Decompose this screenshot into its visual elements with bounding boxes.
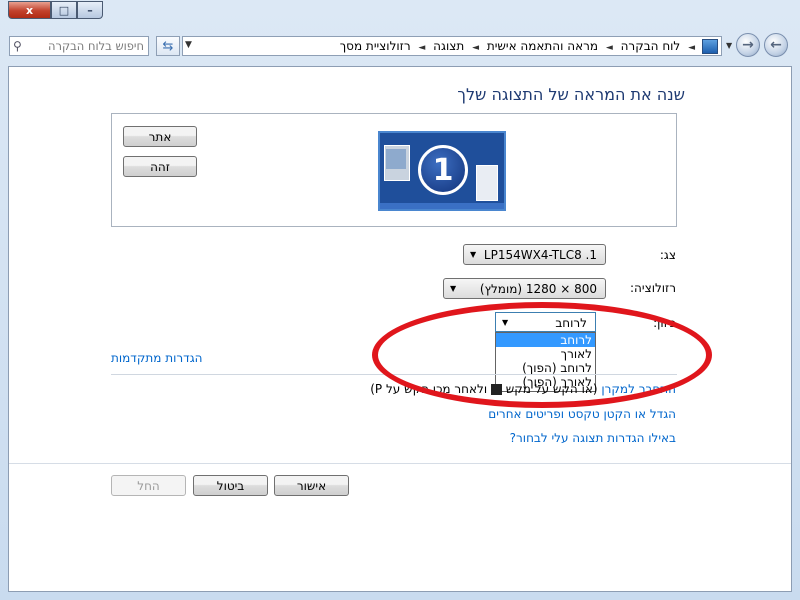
orientation-label: כיוון: xyxy=(653,316,676,330)
window-thumbnail-icon xyxy=(386,149,406,169)
taskbar-thumbnail xyxy=(380,203,504,209)
recent-pages-icon[interactable]: ▼ xyxy=(726,41,732,50)
chevron-down-icon: ▼ xyxy=(470,250,477,259)
apply-button[interactable]: החל xyxy=(111,475,186,496)
window-thumbnail-icon xyxy=(476,165,498,201)
breadcrumb-separator: ◄ xyxy=(688,43,695,53)
orientation-select[interactable]: לרוחב ▼ xyxy=(495,312,596,332)
breadcrumb-control-panel[interactable]: לוח הבקרה xyxy=(621,39,681,53)
maximize-button[interactable]: □ xyxy=(51,1,77,19)
refresh-icon: ⇆ xyxy=(162,38,174,54)
windows-logo-icon xyxy=(490,384,502,395)
projector-hint-end: ולאחר מכן הקש על P) xyxy=(370,382,488,396)
window-frame: x □ – חיפוש בלוח הבקרה ⚲ ⇆ ▼ ◄ לוח הבקרה… xyxy=(0,0,800,600)
arrow-left-icon: ← xyxy=(770,37,782,53)
divider xyxy=(111,374,677,375)
resolution-select[interactable]: 800 × 1280 (מומלץ) ▼ xyxy=(443,278,606,299)
which-settings-link[interactable]: באילו הגדרות תצוגה עלי לבחור? xyxy=(510,431,676,445)
projector-link[interactable]: התחבר למקרן xyxy=(601,382,676,396)
ok-button[interactable]: אישור xyxy=(274,475,349,496)
detect-button[interactable]: אתר xyxy=(123,126,197,147)
close-button[interactable]: x xyxy=(8,1,51,19)
resolution-label: רזולוציה: xyxy=(630,281,676,295)
control-panel-icon xyxy=(702,39,718,54)
chevron-down-icon: ▼ xyxy=(502,318,509,327)
breadcrumb-appearance[interactable]: מראה והתאמה אישית xyxy=(487,39,598,53)
orientation-option-landscape-flipped[interactable]: לרוחב (הפוך) xyxy=(496,361,595,375)
address-bar[interactable]: ▼ ◄ לוח הבקרה ◄ מראה והתאמה אישית ◄ תצוג… xyxy=(182,36,722,56)
breadcrumb: ◄ לוח הבקרה ◄ מראה והתאמה אישית ◄ תצוגה … xyxy=(340,39,699,53)
address-dropdown-icon[interactable]: ▼ xyxy=(185,40,192,50)
projector-hint-start: (או הקש על מקש xyxy=(505,382,598,396)
monitor-icon[interactable]: 1 xyxy=(378,131,506,211)
cancel-button[interactable]: ביטול xyxy=(193,475,268,496)
orientation-option-landscape[interactable]: לרוחב xyxy=(496,333,595,347)
breadcrumb-separator: ◄ xyxy=(472,43,479,53)
caption-buttons: x □ – xyxy=(8,1,103,19)
monitor-number-badge: 1 xyxy=(418,145,468,195)
breadcrumb-screen-resolution[interactable]: רזולוציית מסך xyxy=(340,39,411,53)
display-value: LP154WX4-TLC8 .1 xyxy=(483,248,597,262)
footer-divider xyxy=(9,463,791,464)
forward-button[interactable]: → xyxy=(736,33,760,57)
arrow-right-icon: → xyxy=(742,37,754,53)
orientation-value: לרוחב xyxy=(555,316,587,330)
text-size-link[interactable]: הגדל או הקטן טקסט ופריטים אחרים xyxy=(488,407,676,421)
chevron-down-icon: ▼ xyxy=(450,284,457,293)
breadcrumb-separator: ◄ xyxy=(418,43,426,53)
display-select[interactable]: LP154WX4-TLC8 .1 ▼ xyxy=(463,244,606,265)
orientation-option-portrait[interactable]: לאורך xyxy=(496,347,595,361)
minimize-button[interactable]: – xyxy=(77,1,103,19)
display-label: צג: xyxy=(659,248,676,262)
identify-button[interactable]: זהה xyxy=(123,156,197,177)
back-button[interactable]: ← xyxy=(764,33,788,57)
advanced-settings-link[interactable]: הגדרות מתקדמות xyxy=(111,351,203,365)
resolution-value: 800 × 1280 (מומלץ) xyxy=(479,282,597,296)
breadcrumb-display[interactable]: תצוגה xyxy=(433,39,464,53)
page-title: שנה את המראה של התצוגה שלך xyxy=(457,85,685,104)
breadcrumb-separator: ◄ xyxy=(605,43,613,53)
projector-line: התחבר למקרן (או הקש על מקש ולאחר מכן הקש… xyxy=(370,382,676,396)
search-input[interactable]: חיפוש בלוח הבקרה ⚲ xyxy=(9,36,149,56)
refresh-button[interactable]: ⇆ xyxy=(156,36,180,56)
search-icon[interactable]: ⚲ xyxy=(13,39,22,53)
search-placeholder: חיפוש בלוח הבקרה xyxy=(47,39,144,53)
